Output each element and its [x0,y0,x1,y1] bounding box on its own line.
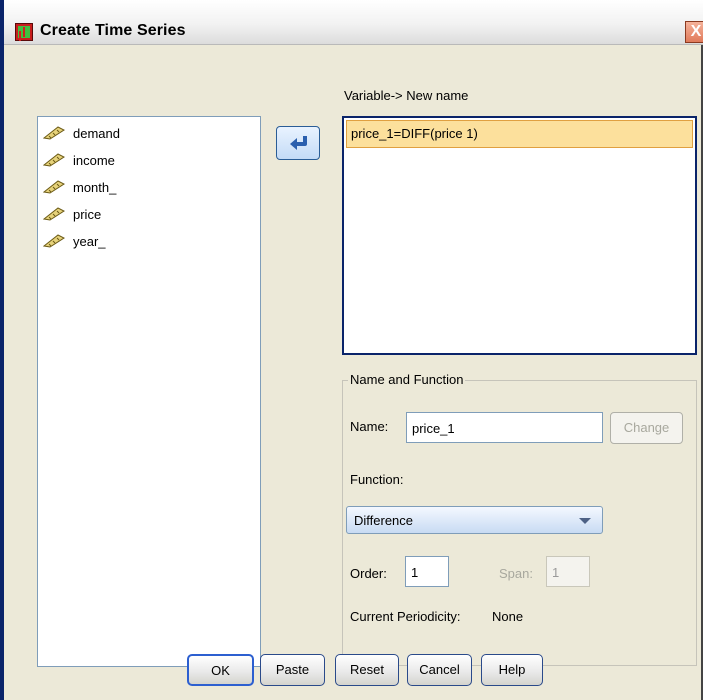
window-title: Create Time Series [40,22,186,39]
chevron-down-icon [579,518,591,524]
order-label: Order: [350,566,387,581]
span-label: Span: [499,566,533,581]
name-input-value: price_1 [412,421,455,436]
variable-name: year_ [73,234,106,249]
ruler-scale-icon [43,234,65,248]
variable-name: month_ [73,180,117,195]
mapping-header-text: Variable-> New name [344,88,469,103]
ruler-scale-icon [43,126,65,140]
source-variable-list[interactable]: demand income month_ price year_ [37,116,261,667]
variable-name: income [73,153,115,168]
function-label: Function: [350,472,404,487]
group-legend: Name and Function [348,372,466,387]
close-icon[interactable]: X [685,21,703,43]
order-input-value: 1 [411,565,419,580]
variable-name: demand [73,126,120,141]
ruler-scale-icon [43,180,65,194]
move-variable-button[interactable] [276,126,320,160]
variable-item-year[interactable]: year_ [43,233,243,251]
variable-name: price [73,207,102,222]
span-input-value: 1 [552,565,560,580]
mapping-expression: price_1=DIFF(price 1) [351,126,478,141]
dialog-window: Create Time Series X Variable-> New name… [0,0,703,700]
help-button[interactable]: Help [481,654,543,686]
variable-item-demand[interactable]: demand [43,125,243,143]
change-button[interactable]: Change [610,412,683,444]
order-input[interactable]: 1 [405,556,449,587]
periodicity-label: Current Periodicity: [350,609,461,624]
cancel-button[interactable]: Cancel [407,654,472,686]
ruler-scale-icon [43,153,65,167]
variable-item-income[interactable]: income [43,152,243,170]
name-input[interactable]: price_1 [406,412,603,443]
arrow-left-icon [290,136,307,150]
span-input[interactable]: 1 [546,556,590,587]
variable-item-month[interactable]: month_ [43,179,243,197]
title-bar[interactable]: Create Time Series X [4,0,703,45]
variable-newname-list[interactable]: price_1=DIFF(price 1) [342,116,697,355]
list-item-selected[interactable]: price_1=DIFF(price 1) [346,120,693,148]
function-selected-value: Difference [354,513,414,528]
periodicity-value: None [492,609,524,624]
ruler-scale-icon [43,207,65,221]
app-icon [15,23,33,41]
variable-item-price[interactable]: price [43,206,243,224]
name-label: Name: [350,419,389,434]
reset-button[interactable]: Reset [335,654,399,686]
paste-button[interactable]: Paste [260,654,325,686]
ok-button[interactable]: OK [187,654,254,686]
mapping-header-label: Variable-> New name [344,88,468,103]
function-dropdown[interactable]: Difference [346,506,603,534]
